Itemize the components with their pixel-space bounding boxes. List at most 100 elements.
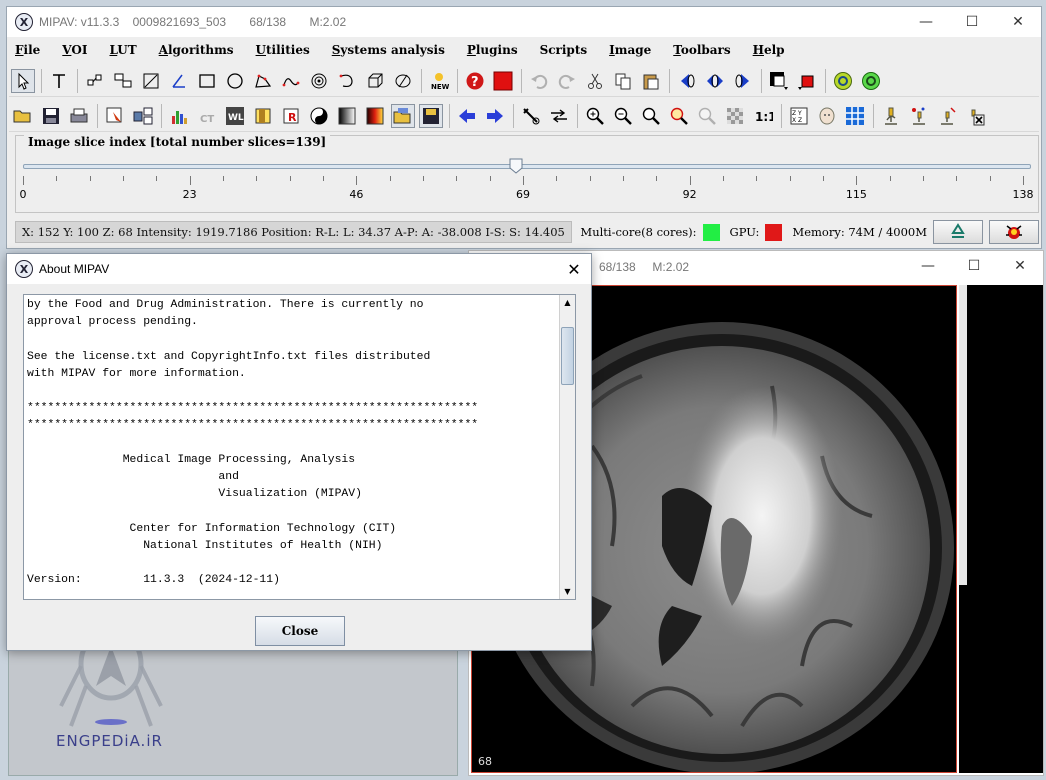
menu-toolbars[interactable]: Toolbars	[671, 43, 732, 57]
voi-next-icon[interactable]	[731, 69, 755, 93]
scroll-down-arrow[interactable]: ▼	[560, 584, 575, 599]
zoom-magnify-icon[interactable]	[639, 104, 663, 128]
print-icon[interactable]	[67, 104, 91, 128]
mask-invert-icon[interactable]	[859, 69, 883, 93]
image-close-button[interactable]: ✕	[997, 251, 1043, 281]
protractor-button[interactable]	[167, 69, 191, 93]
slice-slider-track[interactable]	[23, 164, 1031, 169]
zoom-disabled-icon[interactable]	[695, 104, 719, 128]
help-icon[interactable]: ?	[463, 69, 487, 93]
grid-icon[interactable]	[843, 104, 867, 128]
cut-icon[interactable]	[583, 69, 607, 93]
close-window-button[interactable]: ✕	[995, 7, 1041, 37]
close-button[interactable]: Close	[255, 616, 345, 646]
point-voi-button[interactable]	[83, 69, 107, 93]
menu-file[interactable]: File	[13, 43, 42, 57]
gradient-hot-icon[interactable]	[363, 104, 387, 128]
menu-plugins[interactable]: Plugins	[465, 43, 520, 57]
swap-icon[interactable]	[547, 104, 571, 128]
about-dialog-close-icon[interactable]: ✕	[557, 254, 591, 284]
target-voi-button[interactable]	[307, 69, 331, 93]
gradient-gray-icon[interactable]	[335, 104, 359, 128]
text-tool-button[interactable]	[47, 69, 71, 93]
checker-icon[interactable]	[723, 104, 747, 128]
minimize-button[interactable]: —	[903, 7, 949, 37]
ct-lut-icon[interactable]: CT	[195, 104, 219, 128]
yin-yang-icon[interactable]	[307, 104, 331, 128]
head-icon[interactable]	[815, 104, 839, 128]
undo-icon[interactable]	[527, 69, 551, 93]
slider-tick	[923, 176, 924, 181]
window-level-icon[interactable]: WL	[223, 104, 247, 128]
open-lut-icon[interactable]	[391, 103, 415, 128]
menu-utilities[interactable]: Utilities	[254, 43, 312, 57]
toolbar-separator	[577, 103, 578, 128]
maximize-button[interactable]: ☐	[949, 7, 995, 37]
image-info-icon[interactable]	[103, 104, 127, 128]
lut-red-icon[interactable]: R	[279, 104, 303, 128]
lut-gray-icon[interactable]	[251, 104, 275, 128]
menu-voi[interactable]: VOI	[60, 43, 89, 57]
histogram-icon[interactable]	[167, 104, 191, 128]
next-slice-icon[interactable]	[483, 104, 507, 128]
abort-button[interactable]	[989, 220, 1039, 244]
menu-image[interactable]: Image	[607, 43, 653, 57]
ellipse-voi-button[interactable]	[223, 69, 247, 93]
recycle-memory-button[interactable]	[933, 220, 983, 244]
new-voi-button[interactable]: NEW	[427, 69, 451, 93]
microscope-icon[interactable]	[879, 104, 903, 128]
paste-icon[interactable]	[639, 69, 663, 93]
menu-algorithms[interactable]: Algorithms	[157, 43, 236, 57]
microscope-close-icon[interactable]	[963, 104, 987, 128]
crosshair-tool-icon[interactable]	[519, 104, 543, 128]
flip-orientation-icon[interactable]: Z YX Z	[787, 104, 811, 128]
menu-help[interactable]: Help	[751, 43, 787, 57]
zoom-region-icon[interactable]	[667, 104, 691, 128]
about-text: by the Food and Drug Administration. The…	[27, 299, 479, 587]
microscope-calibrate-icon[interactable]	[935, 104, 959, 128]
about-scrollbar[interactable]: ▲ ▼	[559, 295, 575, 599]
save-lut-icon[interactable]	[419, 103, 443, 128]
scroll-thumb[interactable]	[561, 327, 574, 385]
pointer-tool-button[interactable]	[11, 68, 35, 93]
voi-previous-icon[interactable]	[675, 69, 699, 93]
save-icon[interactable]	[39, 104, 63, 128]
zoom-out-icon[interactable]	[611, 104, 635, 128]
microscope-mark-icon[interactable]	[907, 104, 931, 128]
polyline-voi-button[interactable]	[111, 69, 135, 93]
slider-tick	[356, 176, 358, 185]
zoom-in-icon[interactable]	[583, 104, 607, 128]
menu-scripts[interactable]: Scripts	[538, 43, 590, 57]
menu-systems-analysis[interactable]: Systems analysis	[330, 43, 447, 57]
slider-tick	[756, 176, 758, 181]
open-folder-icon[interactable]	[11, 104, 35, 128]
previous-slice-icon[interactable]	[455, 104, 479, 128]
scroll-up-arrow[interactable]: ▲	[560, 295, 575, 310]
toolbar-voi: NEW ?	[9, 65, 1039, 97]
menu-lut[interactable]: LUT	[107, 43, 138, 57]
copy-icon[interactable]	[611, 69, 635, 93]
zoom-one-to-one-icon[interactable]: 1:1	[751, 104, 775, 128]
cube-voi-button[interactable]	[363, 69, 387, 93]
rectangle-voi-button[interactable]	[195, 69, 219, 93]
about-text-area[interactable]: by the Food and Drug Administration. The…	[23, 294, 576, 600]
levelset-voi-button[interactable]	[279, 69, 303, 93]
paint-brush-color-icon[interactable]	[795, 69, 819, 93]
voi-color-button[interactable]	[491, 69, 515, 93]
image-minimize-button[interactable]: —	[905, 251, 951, 281]
main-titlebar[interactable]: X MIPAV: v11.3.3 0009821693_503 68/138 M…	[7, 7, 1041, 37]
split-voi-button[interactable]	[391, 69, 415, 93]
toolbar-separator	[873, 103, 874, 128]
redo-icon[interactable]	[555, 69, 579, 93]
slice-slider-panel: Image slice index [total number slices=1…	[15, 135, 1039, 213]
polygon-voi-button[interactable]	[251, 69, 275, 93]
line-voi-button[interactable]	[139, 69, 163, 93]
paint-color-icon[interactable]	[767, 69, 791, 93]
livewire-voi-button[interactable]	[335, 69, 359, 93]
about-dialog-titlebar[interactable]: X About MIPAV ✕	[7, 254, 591, 284]
image-maximize-button[interactable]: ☐	[951, 251, 997, 281]
slice-slider-thumb[interactable]	[509, 158, 523, 174]
image-link-icon[interactable]	[131, 104, 155, 128]
mask-toggle-icon[interactable]	[831, 69, 855, 93]
voi-both-icon[interactable]	[703, 69, 727, 93]
